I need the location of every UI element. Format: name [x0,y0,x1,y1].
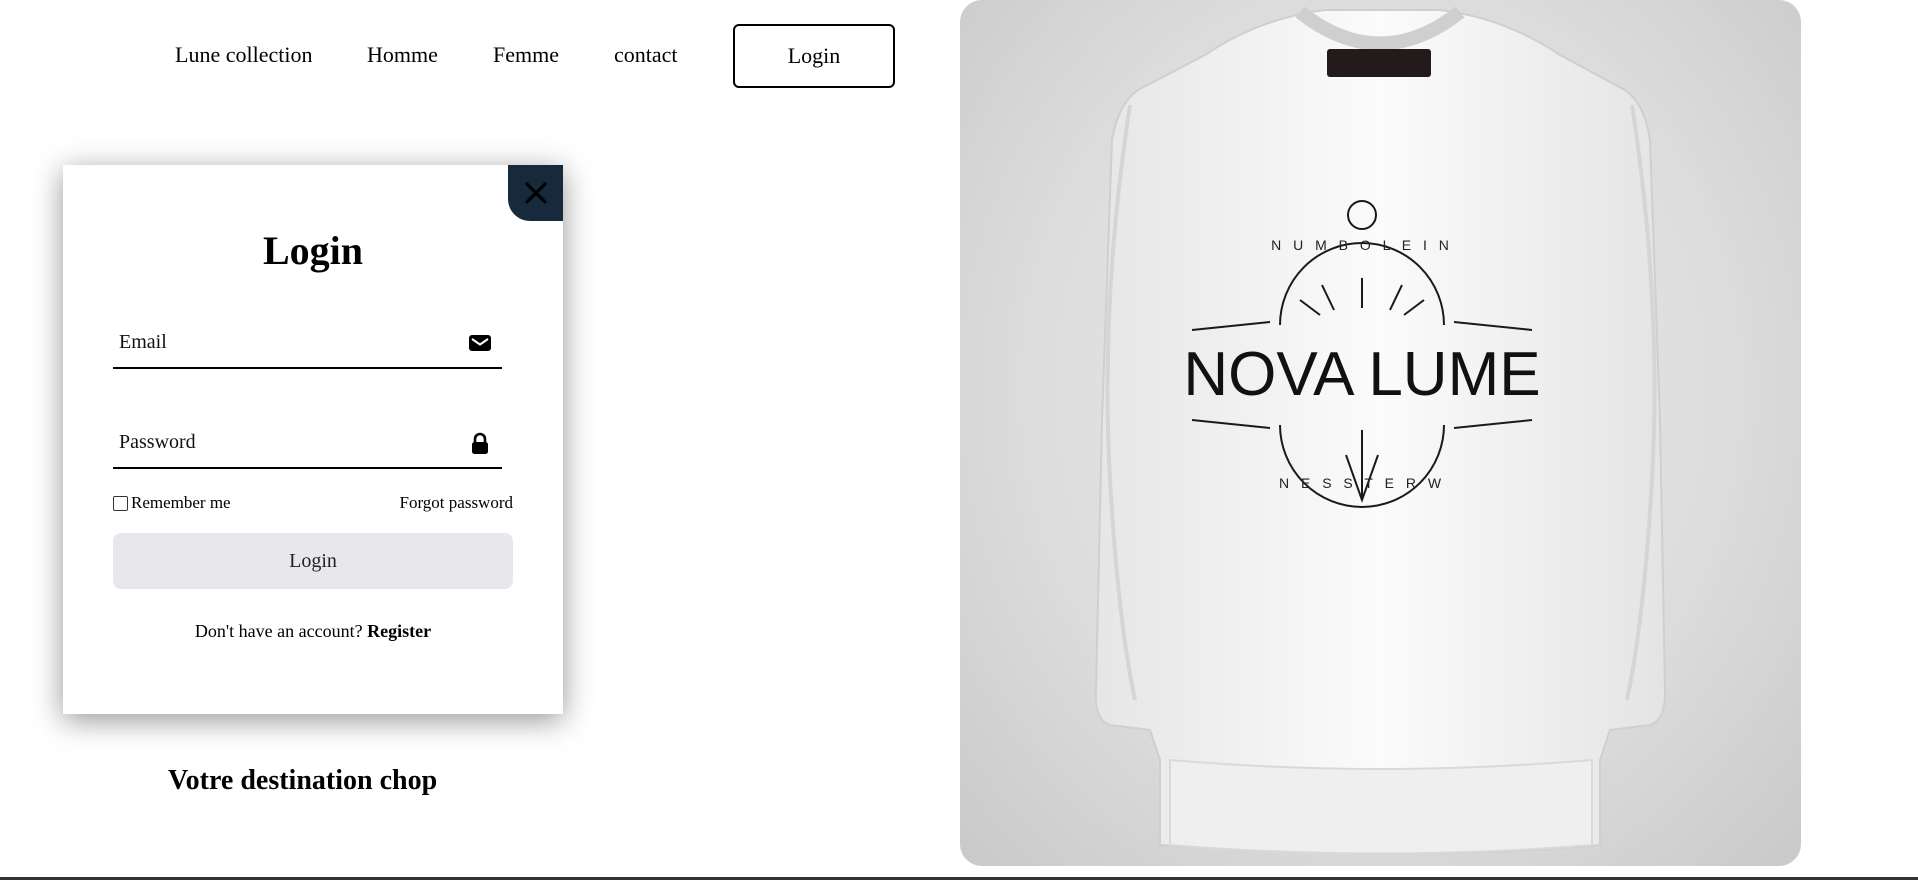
nav-link-femme[interactable]: Femme [493,42,559,68]
login-submit-button[interactable]: Login [113,533,513,589]
nav-link-lune-collection[interactable]: Lune collection [175,42,312,68]
hero-arc-top: N U M B O L E I N [1271,237,1453,253]
login-modal: Login Remember me Forgot password Login … [63,165,563,714]
close-icon [524,182,547,204]
forgot-password-link[interactable]: Forgot password [400,493,514,513]
email-input[interactable] [113,317,443,367]
nav-login-button[interactable]: Login [733,24,895,88]
register-link[interactable]: Register [367,621,431,641]
modal-title: Login [262,228,364,273]
password-field-wrapper [113,417,502,469]
hero-sweatshirt-image: NOVA LUME N U M B O L E I N N E S S T E … [960,0,1801,866]
remember-checkbox[interactable] [113,495,128,511]
register-prompt: Don't have an account? [194,621,363,641]
email-field-wrapper [113,317,502,369]
remember-me[interactable]: Remember me [113,493,231,513]
hero-tagline: Votre destination chop [168,765,438,796]
top-nav: Lune collection Homme Femme contact Logi… [0,0,940,115]
close-button[interactable] [508,165,563,221]
password-input[interactable] [113,417,443,467]
hero-brand: NOVA LUME [1183,340,1540,409]
nav-link-homme[interactable]: Homme [367,42,438,68]
hero-arc-bottom: N E S S T E R W [1279,475,1445,491]
register-line: Don't have an account? Register [63,621,563,642]
nav-link-contact[interactable]: contact [614,42,678,68]
mail-icon [469,335,491,351]
lock-icon [472,432,488,454]
remember-label: Remember me [131,493,231,512]
